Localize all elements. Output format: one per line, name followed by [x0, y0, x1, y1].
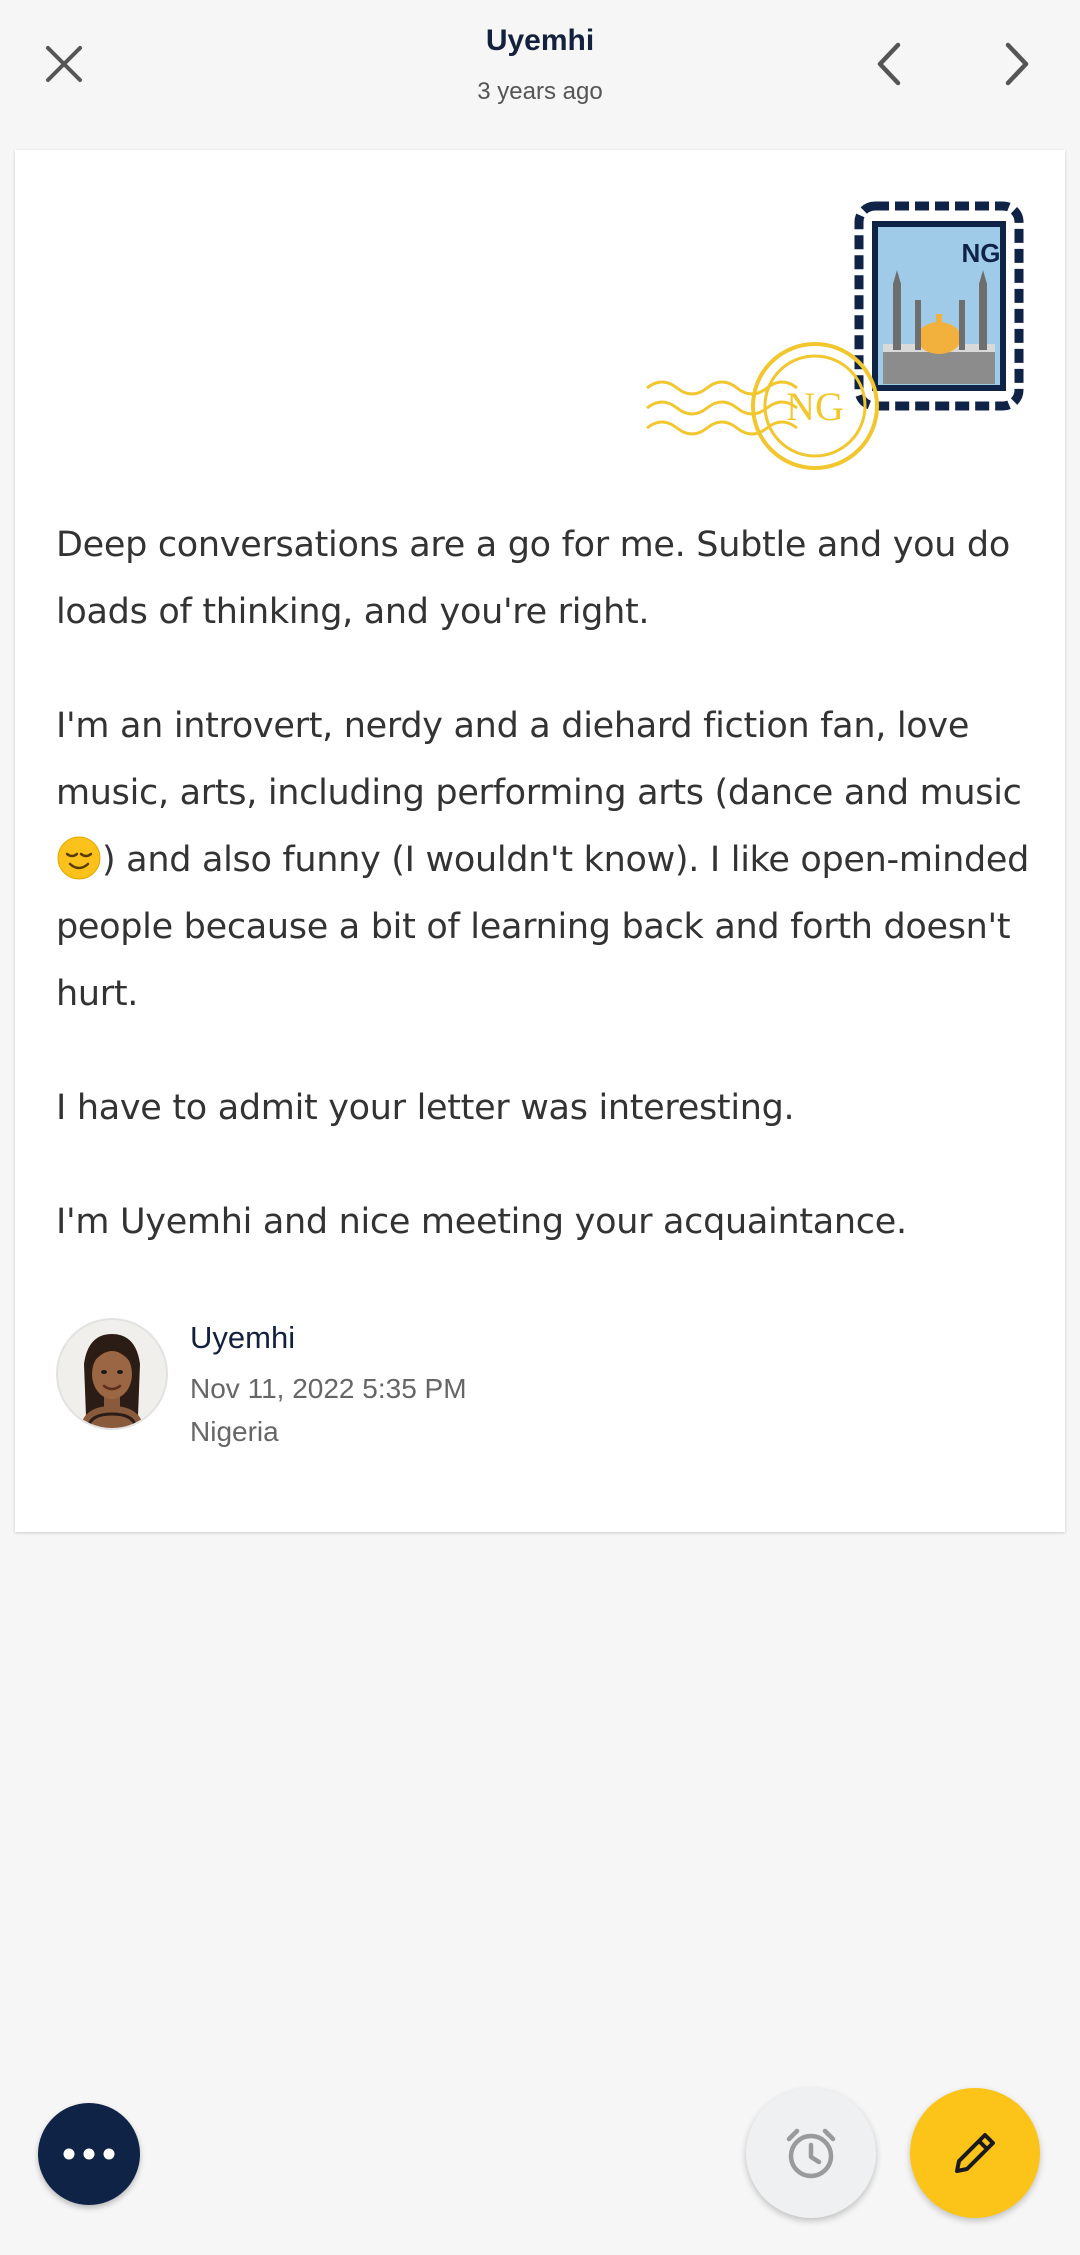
signature-block: Uyemhi Nov 11, 2022 5:35 PM Nigeria: [56, 1318, 656, 1458]
chevron-left-icon: [877, 42, 901, 86]
stamp-frame: NG: [854, 201, 1024, 411]
close-button[interactable]: [19, 19, 109, 109]
write-reply-button[interactable]: [910, 2088, 1040, 2218]
letter-card: NG NG Deep conversations are a go for me…: [15, 150, 1065, 1532]
postmark-text: NG: [786, 384, 844, 429]
sender-title: Uyemhi: [485, 24, 595, 57]
letter-paragraph: I'm an introvert, nerdy and a diehard fi…: [56, 706, 1030, 1014]
letter-paragraph: Deep conversations are a go for me. Subt…: [56, 525, 1010, 632]
top-bar: Uyemhi 3 years ago: [0, 0, 1080, 150]
postmark-wave-lines: [646, 380, 798, 436]
signature-date: Nov 11, 2022 5:35 PM: [190, 1373, 467, 1404]
alarm-clock-icon: [786, 2128, 836, 2179]
chevron-right-icon: [1005, 42, 1029, 86]
close-icon: [46, 46, 82, 82]
previous-letter-button[interactable]: [844, 19, 934, 109]
more-options-button[interactable]: [38, 2103, 140, 2205]
snooze-button[interactable]: [746, 2088, 876, 2218]
pencil-icon: [955, 2133, 995, 2173]
signature-name: Uyemhi: [190, 1320, 296, 1355]
relieved-face-emoji: [57, 836, 101, 880]
letter-screen: Uyemhi 3 years ago NG NG Deep conversati…: [0, 0, 1080, 2255]
avatar[interactable]: [56, 1318, 168, 1430]
letter-paragraph: I have to admit your letter was interest…: [56, 1088, 795, 1128]
letter-age: 3 years ago: [477, 78, 603, 105]
letter-paragraph: I'm Uyemhi and nice meeting your acquain…: [56, 1202, 907, 1242]
more-horizontal-icon: [63, 2148, 115, 2160]
stamp-graphic: NG NG: [645, 198, 1030, 478]
next-letter-button[interactable]: [972, 19, 1062, 109]
letter-body: Deep conversations are a go for me. Subt…: [56, 512, 1046, 1303]
signature-country: Nigeria: [190, 1416, 279, 1447]
stamp-country-code: NG: [962, 238, 1001, 268]
